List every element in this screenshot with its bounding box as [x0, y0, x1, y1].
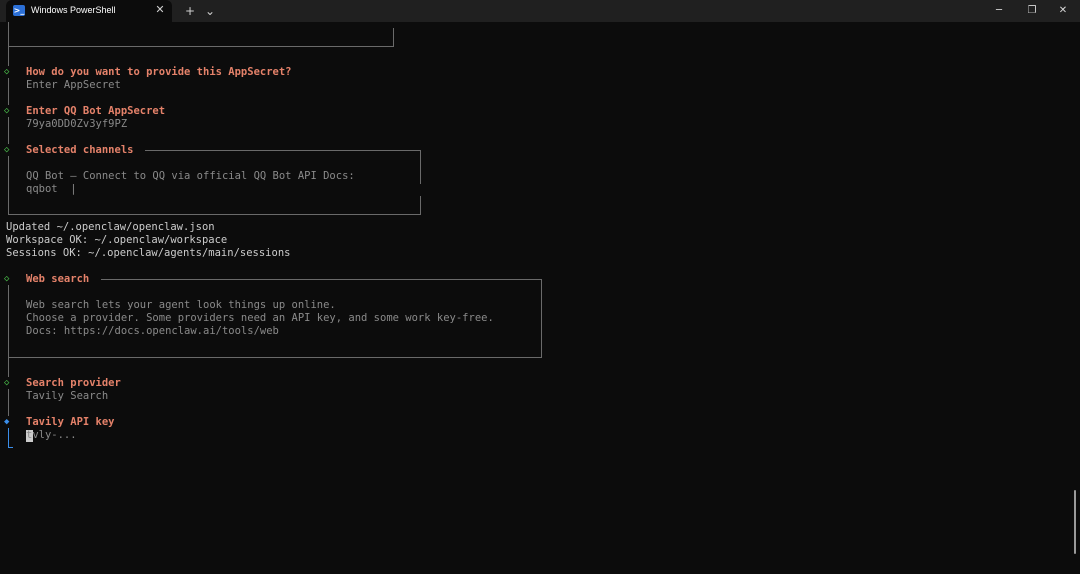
selected-channels-title: Selected channels	[26, 144, 134, 156]
new-tab-button[interactable]: +	[183, 3, 197, 19]
web-search-docs-link[interactable]: Docs: https://docs.openclaw.ai/tools/web	[26, 325, 279, 338]
log-line: Updated ~/.openclaw/openclaw.json	[6, 221, 215, 233]
powershell-icon: >_	[13, 5, 25, 16]
api-key-input[interactable]: tvly-...	[26, 429, 77, 442]
rail-line	[8, 358, 9, 377]
tavily-api-key-question: Tavily API key	[26, 416, 115, 428]
web-search-title: Web search	[26, 273, 90, 285]
terminal-output[interactable]: ◇ How do you want to provide this AppSec…	[0, 22, 1072, 574]
close-tab-icon[interactable]: ✕	[153, 3, 167, 17]
rail-line	[8, 22, 9, 46]
minimize-button[interactable]: ─	[982, 0, 1016, 22]
tab-windows-powershell[interactable]: >_ Windows PowerShell ✕	[6, 0, 172, 22]
channel-id: qqbot |	[26, 183, 77, 195]
rail-line	[8, 46, 9, 66]
appsecret-value: 79ya0DD0Zv3yf9PZ	[26, 118, 128, 130]
tab-title: Windows PowerShell	[31, 5, 116, 15]
active-rail-end	[8, 447, 13, 448]
close-window-button[interactable]: ✕	[1046, 0, 1080, 22]
box-border	[8, 214, 421, 215]
box-border	[393, 28, 394, 47]
rail-line	[8, 285, 9, 358]
active-rail-line	[8, 428, 9, 448]
box-border	[541, 279, 542, 358]
box-border	[420, 150, 421, 184]
web-search-description: Choose a provider. Some providers need a…	[26, 312, 494, 324]
rail-line	[8, 78, 9, 105]
title-bar: >_ Windows PowerShell ✕ + ⌄ ─ ❐ ✕	[0, 0, 1080, 22]
appsecret-input-question: Enter QQ Bot AppSecret	[26, 105, 166, 117]
search-provider-question: Search provider	[26, 377, 121, 389]
appsecret-method-question: How do you want to provide this AppSecre…	[26, 66, 292, 78]
channel-description: QQ Bot — Connect to QQ via official QQ B…	[26, 170, 355, 182]
maximize-button[interactable]: ❐	[1015, 0, 1049, 22]
appsecret-method-answer: Enter AppSecret	[26, 79, 121, 91]
log-line: Sessions OK: ~/.openclaw/agents/main/ses…	[6, 247, 291, 259]
rail-line	[8, 156, 9, 215]
box-border	[145, 150, 421, 151]
log-line: Workspace OK: ~/.openclaw/workspace	[6, 234, 228, 246]
box-border	[101, 279, 542, 280]
rail-line	[8, 389, 9, 416]
tab-dropdown-button[interactable]: ⌄	[203, 3, 217, 19]
scrollbar-thumb[interactable]	[1074, 490, 1076, 554]
search-provider-answer: Tavily Search	[26, 390, 109, 402]
rail-line	[8, 117, 9, 144]
box-border	[420, 196, 421, 215]
box-border	[8, 357, 542, 358]
box-border	[8, 46, 394, 47]
web-search-description: Web search lets your agent look things u…	[26, 299, 336, 311]
